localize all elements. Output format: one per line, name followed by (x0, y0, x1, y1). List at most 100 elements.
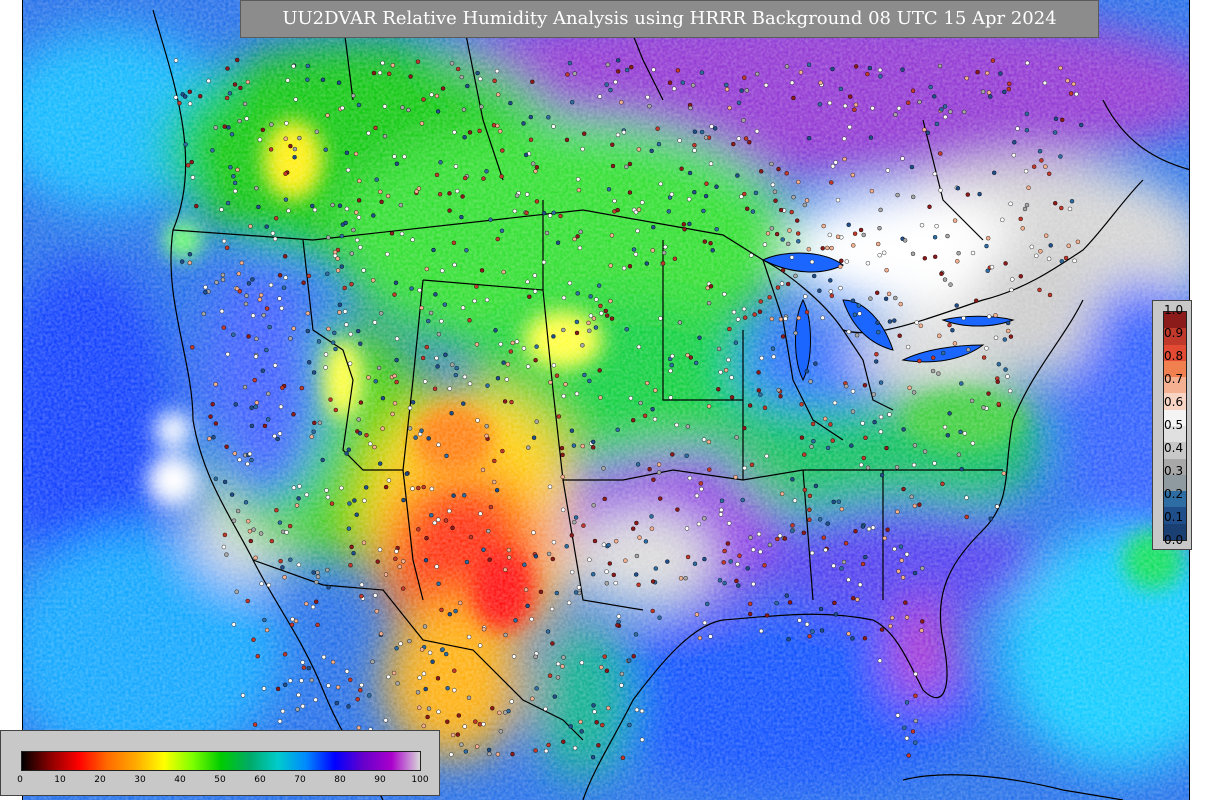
station-dot (1052, 200, 1058, 206)
station-dot (874, 359, 879, 364)
station-dot (593, 325, 599, 330)
station-dot (790, 523, 795, 528)
station-dot (458, 600, 463, 606)
station-dot (284, 121, 289, 126)
station-dot (952, 341, 958, 346)
station-dot (293, 97, 298, 102)
station-dot (831, 563, 836, 568)
station-dot (356, 215, 362, 220)
station-dot (356, 102, 362, 108)
station-dot (901, 486, 906, 492)
station-dot (312, 420, 317, 426)
station-dot (813, 361, 818, 366)
station-dot (299, 678, 304, 683)
station-dot (315, 622, 320, 628)
station-dot (264, 306, 270, 311)
station-dot (344, 150, 350, 156)
station-dot (355, 237, 360, 243)
station-dot (251, 527, 256, 532)
station-dot (438, 160, 443, 165)
station-dot (708, 284, 714, 289)
station-dot (919, 222, 925, 228)
station-dot (616, 619, 621, 624)
station-dot (523, 152, 529, 158)
station-dot (301, 665, 307, 670)
rh-analysis-map[interactable] (22, 0, 1190, 800)
station-dot (514, 193, 520, 198)
station-dot (726, 357, 731, 363)
station-dot (561, 295, 567, 300)
station-dot (678, 576, 684, 581)
station-dot (394, 336, 400, 341)
station-dot (744, 88, 749, 93)
station-dot (447, 208, 452, 213)
station-dot (346, 447, 351, 452)
station-dot (317, 420, 323, 425)
station-dot (299, 385, 304, 391)
station-dot (280, 385, 285, 390)
station-dot (214, 280, 219, 285)
station-dot (293, 618, 299, 624)
station-dot (254, 336, 259, 341)
station-dot (723, 368, 729, 373)
station-dot (932, 94, 937, 99)
station-dot (747, 403, 753, 408)
station-dot (222, 479, 228, 485)
station-dot (173, 58, 179, 63)
station-dot (759, 628, 764, 634)
station-dot (714, 226, 719, 232)
station-dot (541, 260, 547, 265)
station-dot (687, 475, 692, 481)
station-dot (986, 235, 991, 241)
station-dot (262, 423, 268, 429)
station-dot (702, 556, 707, 562)
station-dot (253, 354, 259, 359)
station-dot (455, 732, 460, 737)
station-dot (452, 262, 457, 268)
station-dot (728, 559, 733, 564)
station-dot (320, 77, 326, 83)
station-dot (445, 686, 450, 691)
station-dot (599, 665, 604, 670)
station-dot (849, 443, 854, 448)
station-dot (529, 617, 534, 622)
station-dot (870, 105, 875, 111)
station-dot (807, 634, 812, 639)
station-dot (224, 245, 230, 251)
station-dot (1063, 255, 1069, 261)
station-dot (206, 78, 211, 84)
station-dot (931, 355, 936, 360)
station-dot (257, 137, 263, 142)
station-dot (780, 237, 785, 242)
station-dot (407, 405, 413, 411)
station-dot (631, 654, 636, 659)
station-dot (315, 570, 320, 575)
station-dot (269, 538, 275, 544)
station-dot (932, 171, 937, 177)
station-dot (289, 622, 295, 627)
station-dot (755, 71, 760, 77)
station-dot (434, 355, 439, 361)
station-dot (225, 352, 230, 357)
station-dot (790, 528, 795, 533)
station-dot (460, 305, 466, 310)
station-dot (846, 222, 851, 228)
station-dot (591, 445, 596, 450)
station-dot (371, 278, 376, 283)
station-dot (246, 334, 251, 339)
station-dot (942, 277, 948, 282)
station-dot (436, 709, 441, 714)
station-dot (697, 635, 703, 641)
station-dot (257, 297, 263, 302)
station-dot (830, 164, 836, 169)
station-dot (1010, 277, 1015, 282)
station-dot (480, 467, 486, 473)
station-dot (1066, 243, 1071, 249)
station-dot (416, 186, 422, 191)
station-dot (667, 80, 673, 85)
station-dot (530, 696, 535, 701)
station-dot (848, 94, 853, 99)
station-dot (591, 503, 596, 508)
station-dot (337, 310, 342, 315)
station-dot (846, 631, 851, 636)
